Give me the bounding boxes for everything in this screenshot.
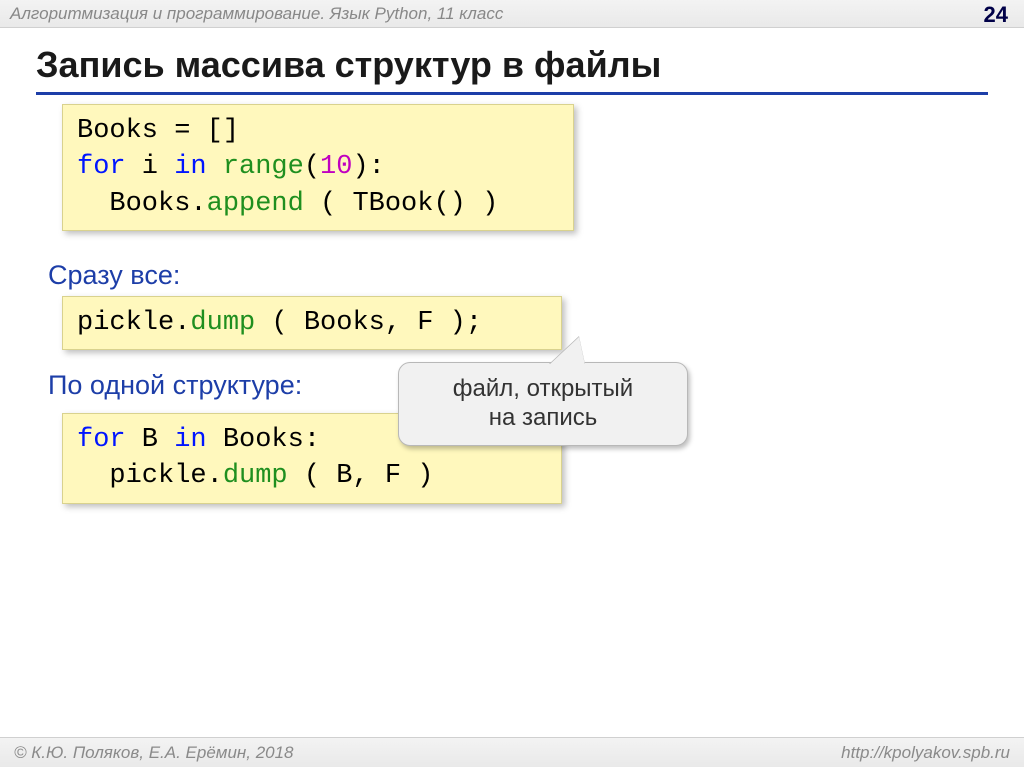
code-text: pickle. [77, 308, 190, 338]
subtitle-each: По одной структуре: [48, 370, 302, 401]
code-text: ( B, F ) [288, 461, 434, 491]
code-block-init: Books = [] for i in range(10): Books.app… [62, 104, 574, 231]
code-text: pickle. [77, 461, 223, 491]
code-text: ( TBook() ) [304, 189, 498, 219]
callout-bubble: файл, открытый на запись [398, 362, 688, 446]
subtitle-all: Сразу все: [48, 260, 180, 291]
slide: Алгоритмизация и программирование. Язык … [0, 0, 1024, 767]
keyword-in: in [174, 152, 206, 182]
footer-copyright: © К.Ю. Поляков, Е.А. Ерёмин, 2018 [14, 743, 294, 763]
footer-bar: © К.Ю. Поляков, Е.А. Ерёмин, 2018 http:/… [0, 737, 1024, 767]
method-dump: dump [190, 308, 255, 338]
course-label: Алгоритмизация и программирование. Язык … [10, 4, 503, 24]
page-title: Запись массива структур в файлы [36, 44, 988, 95]
callout-line: файл, открытый [409, 375, 677, 404]
code-text: ( [304, 152, 320, 182]
keyword-for: for [77, 152, 126, 182]
method-dump: dump [223, 461, 288, 491]
keyword-for: for [77, 425, 126, 455]
code-text: i [126, 152, 175, 182]
footer-url: http://kpolyakov.spb.ru [841, 743, 1010, 763]
header-bar: Алгоритмизация и программирование. Язык … [0, 0, 1024, 28]
code-text: Books: [207, 425, 320, 455]
code-line: Books = [] [77, 116, 239, 146]
page-number: 24 [984, 2, 1008, 28]
callout-line: на запись [409, 404, 677, 433]
number-literal: 10 [320, 152, 352, 182]
code-text: Books. [77, 189, 207, 219]
code-text: ( Books, F ); [255, 308, 482, 338]
code-text: ): [352, 152, 384, 182]
func-range: range [223, 152, 304, 182]
code-text [207, 152, 223, 182]
code-text: B [126, 425, 175, 455]
keyword-in: in [174, 425, 206, 455]
method-append: append [207, 189, 304, 219]
code-block-dump-all: pickle.dump ( Books, F ); [62, 296, 562, 350]
